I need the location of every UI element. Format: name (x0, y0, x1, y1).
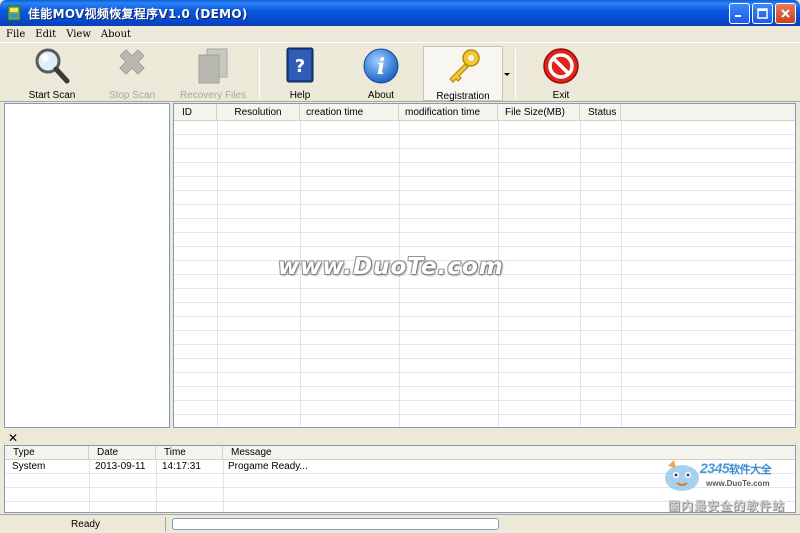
files-icon (193, 46, 233, 86)
watermark-text: www.DuoTe.com (278, 254, 504, 280)
log-column-message[interactable]: Message (223, 446, 373, 460)
window-title: 佳能MOV视频恢复程序V1.0 (DEMO) (28, 6, 248, 21)
stop-x-icon (112, 46, 152, 86)
stop-scan-button[interactable]: Stop Scan (102, 46, 162, 101)
menu-about[interactable]: About (101, 29, 131, 40)
exit-label: Exit (552, 90, 570, 101)
grid-divider (621, 121, 622, 427)
start-scan-button[interactable]: Start Scan (22, 46, 82, 101)
stop-scan-label: Stop Scan (108, 90, 156, 101)
log-time: 14:17:31 (162, 461, 201, 472)
start-scan-label: Start Scan (28, 90, 76, 101)
mascot-icon (665, 460, 699, 491)
registration-label: Registration (436, 91, 490, 102)
grid-divider (580, 121, 581, 427)
menu-view[interactable]: View (66, 29, 91, 40)
progress-bar (172, 518, 499, 530)
help-book-icon: ? (280, 46, 320, 86)
magnifier-icon (32, 46, 72, 86)
log-column-time[interactable]: Time (156, 446, 223, 460)
close-button[interactable] (775, 3, 796, 24)
help-label: Help (289, 90, 311, 101)
maximize-button[interactable] (752, 3, 773, 24)
log-column-type[interactable]: Type (5, 446, 89, 460)
column-header-modification-time[interactable]: modification time (399, 104, 498, 121)
help-button[interactable]: ? Help (272, 46, 328, 101)
log-message: Progame Ready... (228, 461, 308, 472)
logo-url: www.DuoTe.com (706, 479, 770, 488)
corner-logo: 2345软件大全 www.DuoTe.com 国内最安全的软件站 (662, 456, 798, 516)
column-header-status[interactable]: Status (580, 104, 621, 121)
title-bar[interactable]: 佳能MOV视频恢复程序V1.0 (DEMO) (0, 0, 800, 26)
column-header-resolution[interactable]: Resolution (217, 104, 300, 121)
app-icon (6, 5, 22, 21)
exit-button[interactable]: Exit (533, 46, 589, 101)
folder-tree-pane[interactable] (4, 103, 170, 428)
recovery-files-button[interactable]: Recovery Files (180, 46, 246, 101)
no-entry-icon (541, 46, 581, 86)
chevron-down-icon[interactable] (504, 73, 510, 76)
log-date: 2013-09-11 (95, 461, 146, 472)
info-icon: i (361, 46, 401, 86)
status-text: Ready (6, 517, 166, 532)
logo-slogan: 国内最安全的软件站 (668, 499, 786, 513)
menu-file[interactable]: File (6, 29, 25, 40)
minimize-button[interactable] (729, 3, 750, 24)
menu-edit[interactable]: Edit (35, 29, 56, 40)
menu-bar: File Edit View About (0, 26, 800, 42)
recovery-files-label: Recovery Files (179, 90, 247, 101)
about-label: About (367, 90, 395, 101)
status-bar: Ready (0, 514, 800, 533)
about-button[interactable]: i About (353, 46, 409, 101)
toolbar-separator (515, 49, 516, 99)
logo-brand: 2345软件大全 (700, 460, 772, 476)
key-icon (443, 47, 483, 87)
close-icon[interactable]: ✕ (8, 431, 18, 445)
log-column-date[interactable]: Date (89, 446, 156, 460)
svg-text:i: i (377, 54, 385, 80)
grid-header: ID Resolution creation time modification… (174, 104, 795, 121)
svg-text:?: ? (295, 56, 305, 77)
column-header-file-size[interactable]: File Size(MB) (498, 104, 580, 121)
grid-divider (217, 121, 218, 427)
toolbar-separator (259, 49, 260, 99)
log-type: System (12, 461, 46, 472)
toolbar: Start Scan Stop Scan Recovery Files ? He… (0, 42, 800, 102)
column-header-id[interactable]: ID (174, 104, 217, 121)
registration-button[interactable]: Registration (423, 46, 503, 102)
column-header-creation-time[interactable]: creation time (300, 104, 399, 121)
